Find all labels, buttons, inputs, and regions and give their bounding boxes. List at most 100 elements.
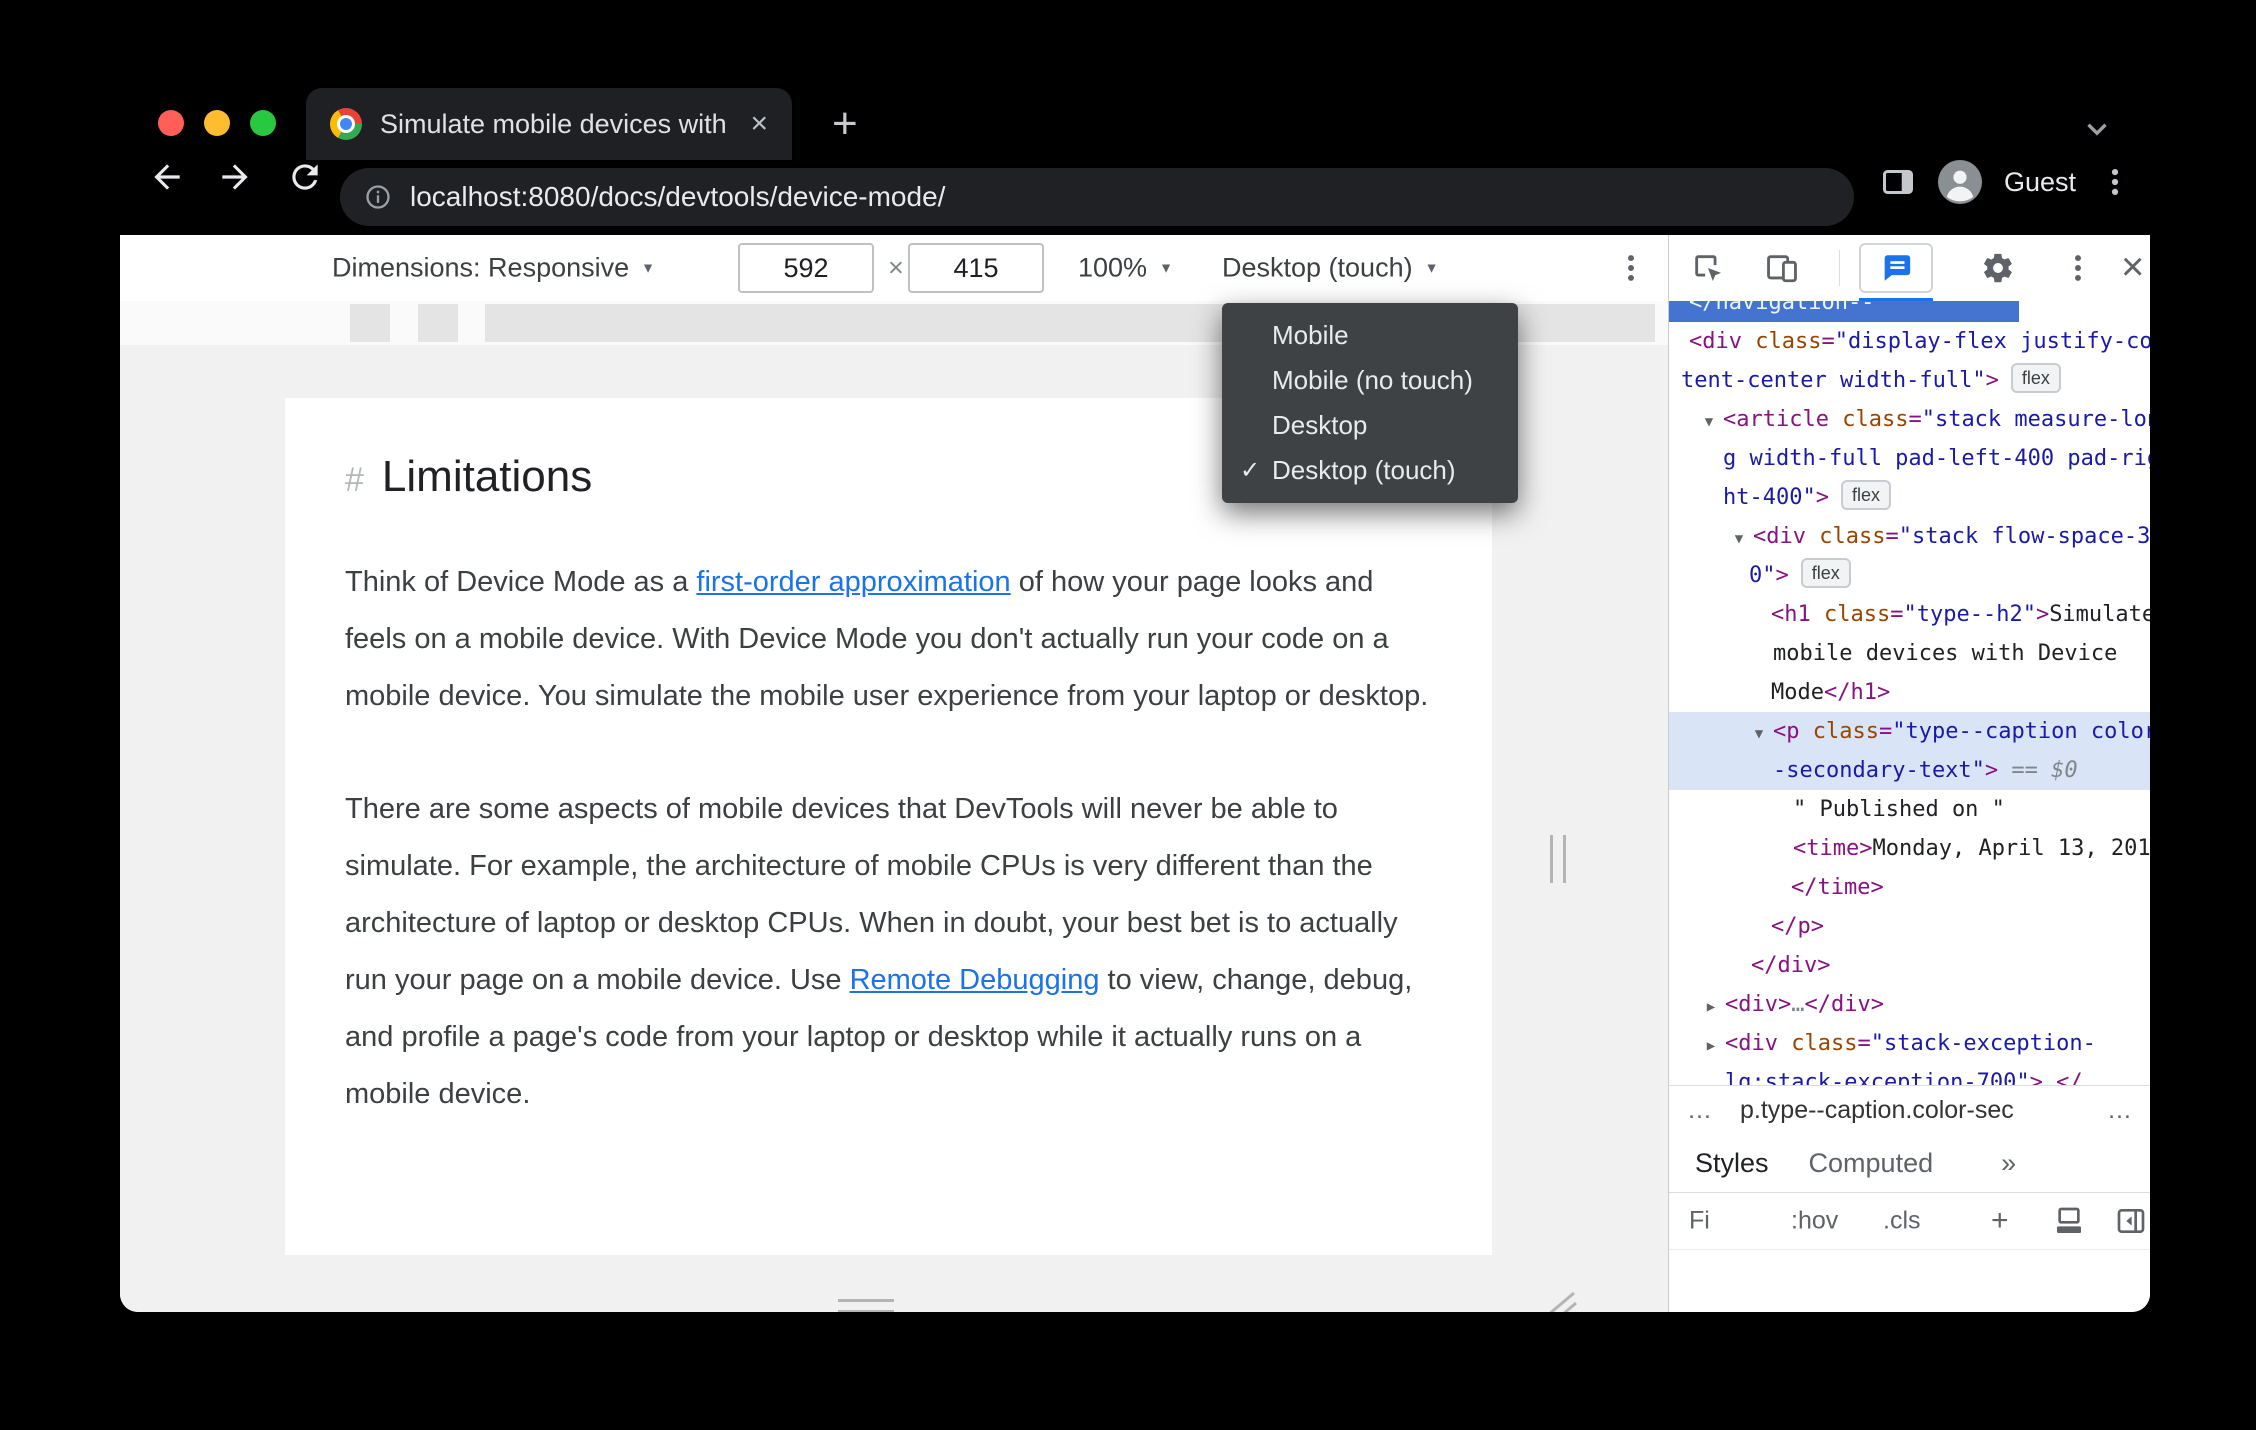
code-segment: =	[1821, 329, 1835, 354]
back-button[interactable]	[148, 158, 186, 196]
tab-list-chevron-icon[interactable]	[2080, 112, 2114, 146]
dom-tree-row[interactable]: tent-center width-full"> flex	[1669, 361, 2150, 400]
forward-button[interactable]	[216, 158, 254, 196]
devtools-panel: × </navigation-- <div class="display-flex…	[1668, 235, 2150, 1312]
dom-tree-row[interactable]: -secondary-text"> == $0	[1669, 751, 2150, 790]
device-toolbar-menu-kebab-icon[interactable]	[1614, 251, 1648, 285]
device-toolbar-toggle-icon[interactable]	[1765, 251, 1799, 285]
device-type-dropdown[interactable]: Desktop (touch) ▼	[1222, 253, 1438, 284]
minimize-window-button[interactable]	[204, 110, 230, 136]
dom-tree-row[interactable]: </p>	[1669, 907, 2150, 946]
dom-tree-row[interactable]: <div class="display-flex justify-con	[1669, 322, 2150, 361]
dom-tree-row[interactable]: mobile devices with Device	[1669, 634, 2150, 673]
computed-sidebar-toggle-icon[interactable]	[2115, 1205, 2147, 1237]
menu-item-mobile[interactable]: Mobile	[1222, 313, 1518, 358]
code-segment: </p>	[1771, 914, 1824, 939]
dom-tree-row[interactable]: ▶ <div>…</div>	[1669, 985, 2150, 1024]
menu-item-mobile-no-touch[interactable]: Mobile (no touch)	[1222, 358, 1518, 403]
close-tab-icon[interactable]: ×	[750, 109, 768, 139]
menu-item-label: Mobile	[1272, 320, 1349, 350]
dom-tree-row[interactable]: ▼ <p class="type--caption color	[1669, 712, 2150, 751]
side-panel-icon[interactable]	[1880, 164, 1916, 200]
flex-badge[interactable]: flex	[1800, 558, 1851, 588]
new-tab-button[interactable]: +	[832, 96, 858, 152]
flex-badge[interactable]: flex	[1840, 480, 1891, 510]
dom-tree-row[interactable]: ▶ <div class="stack-exception-	[1669, 1024, 2150, 1063]
code-segment: <div	[1725, 1031, 1778, 1056]
styles-filter-input[interactable]: Fi	[1689, 1207, 1710, 1236]
paragraph: Think of Device Mode as a first-order ap…	[345, 554, 1432, 725]
console-messages-button[interactable]	[1859, 243, 1933, 293]
avatar[interactable]	[1938, 160, 1982, 204]
dom-tree-row[interactable]: <time>Monday, April 13, 2015	[1669, 829, 2150, 868]
height-input[interactable]	[908, 243, 1044, 293]
browser-tab[interactable]: Simulate mobile devices with D ×	[306, 88, 792, 160]
browser-window: Simulate mobile devices with D × + local…	[0, 0, 2256, 1430]
fullscreen-window-button[interactable]	[250, 110, 276, 136]
address-bar[interactable]: localhost:8080/docs/devtools/device-mode…	[340, 168, 1854, 226]
dom-tree-row[interactable]: ht-400"> flex	[1669, 478, 2150, 517]
dom-tree-row[interactable]: </div>	[1669, 946, 2150, 985]
viewport-resize-handle-bottom[interactable]	[838, 1299, 894, 1312]
code-segment: class	[1799, 719, 1879, 744]
content-area: Dimensions: Responsive ▼ × 100% ▼ Desktop …	[120, 235, 2150, 1312]
dom-tree-row[interactable]: Mode</h1>	[1669, 673, 2150, 712]
text-link[interactable]: first-order approximation	[696, 566, 1010, 598]
code-segment: =	[1857, 1031, 1871, 1056]
collapse-arrow-icon[interactable]: ▼	[1745, 715, 1773, 751]
zoom-dropdown[interactable]: 100% ▼	[1078, 253, 1173, 284]
tab-computed[interactable]: Computed	[1809, 1148, 1934, 1179]
dom-tree-row[interactable]: </navigation--	[1669, 301, 2019, 322]
code-segment: "stack flow-space-30	[1898, 524, 2150, 549]
elements-tree: </navigation-- <div class="display-flex j…	[1669, 301, 2150, 1085]
code-segment: "stack measure-lon	[1921, 407, 2150, 432]
new-style-rule-button[interactable]: +	[1991, 1204, 2009, 1238]
gear-icon[interactable]	[1981, 251, 2015, 285]
dom-tree-row[interactable]: lg:stack-exception-700"> </	[1669, 1063, 2150, 1085]
viewport-resize-handle-corner[interactable]	[1534, 1287, 1578, 1312]
dom-tree-row[interactable]: g width-full pad-left-400 pad-rig	[1669, 439, 2150, 478]
dom-tree-row[interactable]: ▼ <div class="stack flow-space-30	[1669, 517, 2150, 556]
breadcrumb-overflow-left[interactable]: …	[1687, 1096, 1712, 1125]
inspect-element-icon[interactable]	[1691, 251, 1725, 285]
close-devtools-icon[interactable]: ×	[2121, 243, 2144, 291]
code-segment: </time>	[1791, 875, 1884, 900]
width-input[interactable]	[738, 243, 874, 293]
dom-tree-row[interactable]: <h1 class="type--h2">Simulate	[1669, 595, 2150, 634]
dom-tree-row[interactable]: ▼ <article class="stack measure-lon	[1669, 400, 2150, 439]
collapse-arrow-icon[interactable]: ▼	[1695, 403, 1723, 439]
code-segment: </div>	[1804, 992, 1884, 1017]
toggle-element-state-button[interactable]: :hov	[1791, 1207, 1838, 1236]
dom-tree-row[interactable]: 0"> flex	[1669, 556, 2150, 595]
breadcrumb-selected-node[interactable]: p.type--caption.color-sec	[1740, 1096, 2014, 1125]
viewport-resize-handle-right[interactable]	[1550, 835, 1566, 883]
code-segment: g width-full pad-left-400 pad-rig	[1723, 446, 2150, 471]
dimensions-dropdown[interactable]: Dimensions: Responsive ▼	[332, 253, 655, 284]
expand-arrow-icon[interactable]: ▶	[1697, 1027, 1725, 1063]
code-segment: class	[1741, 329, 1822, 354]
tab-styles[interactable]: Styles	[1695, 1148, 1769, 1179]
close-window-button[interactable]	[158, 110, 184, 136]
reload-button[interactable]	[286, 158, 324, 196]
heading-anchor-hash[interactable]: #	[345, 461, 364, 500]
devtools-menu-kebab-icon[interactable]	[2061, 251, 2095, 285]
menu-item-label: Mobile (no touch)	[1272, 365, 1473, 395]
breadcrumb-overflow-right[interactable]: …	[2107, 1096, 2132, 1125]
code-segment: >	[1777, 992, 1792, 1017]
browser-menu-kebab-icon[interactable]	[2098, 165, 2132, 199]
dom-tree-row[interactable]: " Published on "	[1669, 790, 2150, 829]
text-link[interactable]: Remote Debugging	[850, 964, 1100, 996]
dom-tree-row[interactable]: </time>	[1669, 868, 2150, 907]
element-classes-button[interactable]: .cls	[1883, 1207, 1921, 1236]
menu-item-desktop-touch[interactable]: ✓ Desktop (touch)	[1222, 448, 1518, 493]
code-segment: </div>	[1751, 953, 1831, 978]
site-info-icon[interactable]	[364, 183, 392, 211]
code-segment: class	[1828, 407, 1909, 432]
menu-item-desktop[interactable]: Desktop	[1222, 403, 1518, 448]
expand-arrow-icon[interactable]: ▶	[1697, 988, 1725, 1024]
flex-badge[interactable]: flex	[2010, 363, 2061, 393]
collapse-arrow-icon[interactable]: ▼	[1725, 520, 1753, 556]
window-controls	[158, 110, 276, 136]
font-editor-icon[interactable]	[2053, 1205, 2085, 1237]
more-tabs-chevron[interactable]: »	[2001, 1148, 2016, 1179]
